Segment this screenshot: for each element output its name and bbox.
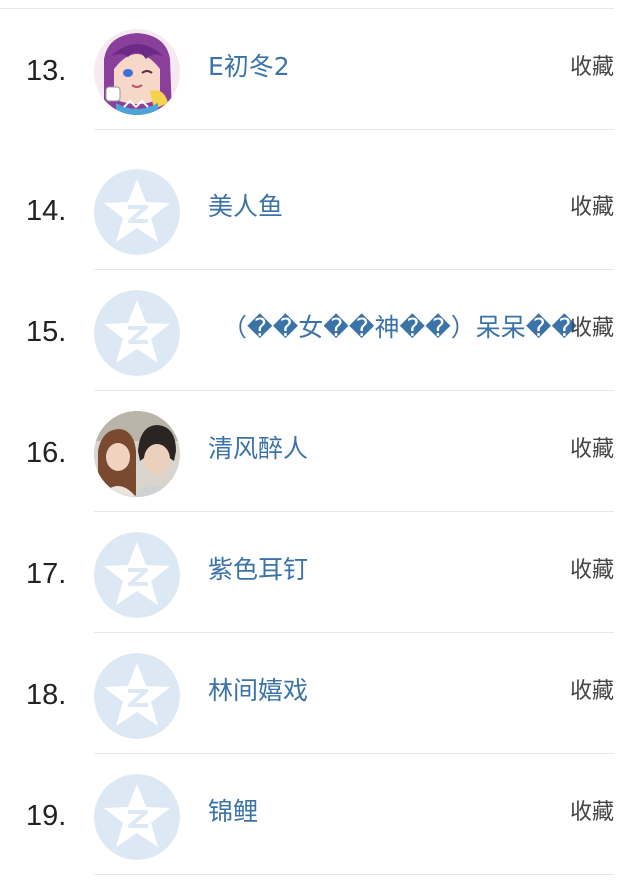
- default-qq-star-avatar[interactable]: [94, 653, 180, 739]
- user-name-link[interactable]: 林间嬉戏: [208, 675, 308, 707]
- default-qq-star-avatar[interactable]: [94, 169, 180, 255]
- favorite-button[interactable]: 收藏: [570, 677, 614, 707]
- user-name-link[interactable]: （��女��神��）呆呆��: [222, 312, 577, 344]
- favorites-list: 13. E初冬2 收藏 14. 美人鱼 收藏 15. （��女��神��）呆呆�…: [0, 0, 640, 881]
- favorite-button[interactable]: 收藏: [570, 193, 614, 223]
- couple-photo-avatar[interactable]: [94, 411, 180, 497]
- favorite-button[interactable]: 收藏: [570, 435, 614, 465]
- rank-number: 19.: [26, 800, 67, 832]
- list-item[interactable]: 19. 锦鲤 收藏: [0, 754, 640, 875]
- rank-number: 17.: [26, 558, 67, 590]
- list-item[interactable]: 16. 清风醉人 收藏: [0, 391, 640, 512]
- user-name-link[interactable]: 紫色耳钉: [208, 554, 308, 586]
- rank-number: 16.: [26, 437, 67, 469]
- rank-number: 14.: [26, 195, 67, 227]
- rank-number: 13.: [26, 55, 67, 87]
- rank-number: 15.: [26, 316, 67, 348]
- user-name-link[interactable]: 美人鱼: [208, 191, 283, 223]
- user-name-link[interactable]: 清风醉人: [208, 433, 308, 465]
- favorite-button[interactable]: 收藏: [570, 798, 614, 828]
- default-qq-star-avatar[interactable]: [94, 290, 180, 376]
- anime-girl-avatar[interactable]: [94, 29, 180, 115]
- user-name-link[interactable]: E初冬2: [208, 51, 290, 83]
- favorite-button[interactable]: 收藏: [570, 556, 614, 586]
- rank-number: 18.: [26, 679, 67, 711]
- list-item[interactable]: 18. 林间嬉戏 收藏: [0, 633, 640, 754]
- list-item[interactable]: 13. E初冬2 收藏: [0, 9, 640, 130]
- row-divider: [94, 874, 614, 875]
- favorite-button[interactable]: 收藏: [570, 314, 614, 344]
- favorite-button[interactable]: 收藏: [570, 53, 614, 83]
- user-name-link[interactable]: 锦鲤: [208, 796, 258, 828]
- list-item[interactable]: 15. （��女��神��）呆呆�� 收藏: [0, 270, 640, 391]
- row-divider: [94, 129, 614, 130]
- list-item[interactable]: 14. 美人鱼 收藏: [0, 149, 640, 270]
- default-qq-star-avatar[interactable]: [94, 774, 180, 860]
- list-item[interactable]: 17. 紫色耳钉 收藏: [0, 512, 640, 633]
- default-qq-star-avatar[interactable]: [94, 532, 180, 618]
